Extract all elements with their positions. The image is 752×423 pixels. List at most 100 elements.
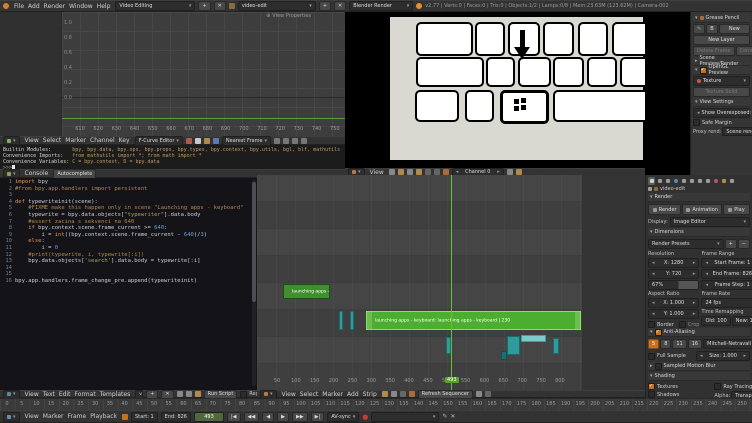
- vse-strip[interactable]: [507, 336, 520, 355]
- strip-handle[interactable]: [575, 312, 580, 329]
- add-scene-button[interactable]: +: [319, 1, 331, 11]
- jump-to-start-button[interactable]: |◀: [227, 412, 241, 422]
- menu-marker[interactable]: Marker: [320, 391, 345, 398]
- animation-button[interactable]: Animation: [682, 204, 722, 215]
- code-line[interactable]: 15: [0, 271, 257, 278]
- menu-select[interactable]: Select: [41, 137, 64, 144]
- opengl-preview-checkbox[interactable]: [700, 67, 707, 74]
- menu-strip[interactable]: Strip: [361, 391, 379, 398]
- current-frame-field[interactable]: 493: [194, 412, 224, 422]
- tab-scene-icon[interactable]: [664, 177, 671, 185]
- frame-step-field[interactable]: ◂Frame Step: 1▸: [701, 280, 752, 290]
- code-line[interactable]: 14: [0, 265, 257, 272]
- blender-logo-icon[interactable]: [3, 3, 9, 9]
- graph-fcurve[interactable]: [62, 118, 345, 119]
- vse-strip[interactable]: [339, 311, 343, 330]
- console-menu[interactable]: Console: [23, 170, 51, 177]
- use-preview-range-icon[interactable]: [122, 414, 128, 420]
- menu-format[interactable]: Format: [73, 391, 98, 398]
- menu-view[interactable]: View: [280, 391, 298, 398]
- vse-strip[interactable]: launching apps - mouse: launching apps -…: [283, 284, 330, 299]
- resolution-x-field[interactable]: ◂X: 1280▸: [648, 258, 699, 268]
- menu-file[interactable]: File: [12, 3, 26, 10]
- paste-icon[interactable]: [301, 138, 307, 144]
- code-line[interactable]: 7 #assert zacina s sekvenci na 640: [0, 219, 257, 226]
- add-preset-button[interactable]: +: [725, 239, 737, 249]
- normalize-icon[interactable]: [283, 138, 289, 144]
- scene-dropdown[interactable]: video-edit▾: [238, 1, 316, 11]
- aa-samples-5-button[interactable]: 5: [648, 339, 659, 349]
- view-type-both-icon[interactable]: [400, 391, 406, 397]
- opengl-preview-panel-header[interactable]: ▾OpenGL Preview: [693, 66, 750, 75]
- code-line[interactable]: 8 if bpy.context.scene.frame_current >= …: [0, 225, 257, 232]
- line-numbers-toggle-icon[interactable]: [177, 391, 183, 397]
- menu-render[interactable]: Render: [42, 3, 67, 10]
- tab-material-icon[interactable]: [712, 177, 719, 185]
- tab-render-layers-icon[interactable]: [656, 177, 663, 185]
- insert-keyframe-icon[interactable]: ✎: [442, 413, 447, 420]
- vse-strip[interactable]: launching apps - keyboard: launching app…: [366, 311, 581, 330]
- word-wrap-toggle-icon[interactable]: [186, 391, 192, 397]
- menu-marker[interactable]: Marker: [41, 413, 66, 420]
- display-dropdown[interactable]: Image Editor▾: [670, 217, 750, 227]
- vse-timeline[interactable]: launching apps - mouse: launching apps -…: [257, 175, 645, 390]
- code-line[interactable]: 4def typewriteinit(scene):: [0, 199, 257, 206]
- menu-text[interactable]: Text: [41, 391, 57, 398]
- render-button[interactable]: Render: [648, 204, 681, 215]
- text-scrollbar[interactable]: [252, 180, 256, 386]
- sequencer-preview[interactable]: [345, 12, 690, 175]
- record-icon[interactable]: ●: [362, 413, 368, 421]
- code-line[interactable]: 12 #print(typewrite, i, typewrite[:i]): [0, 252, 257, 259]
- strip-handle[interactable]: [367, 312, 372, 329]
- dimensions-panel-header[interactable]: ▾Dimensions: [648, 228, 750, 237]
- timeline-end-field[interactable]: End: 826: [161, 412, 191, 422]
- tab-object-data-icon[interactable]: [704, 177, 711, 185]
- menu-channel[interactable]: Channel: [88, 137, 117, 144]
- menu-edit[interactable]: Edit: [57, 391, 73, 398]
- ray-tracing-checkbox[interactable]: Ray Tracing: [714, 383, 752, 390]
- remove-preset-button[interactable]: −: [738, 239, 750, 249]
- grease-pencil-panel-header[interactable]: ▾Grease Pencil: [693, 14, 750, 23]
- filter-only-selected-icon[interactable]: [186, 138, 192, 144]
- menu-marker[interactable]: Marker: [63, 137, 88, 144]
- code-line[interactable]: 6 typewrite = bpy.data.objects["typewrit…: [0, 212, 257, 219]
- proxy-render-dropdown[interactable]: Scene render size▾: [722, 127, 752, 136]
- texture-solid-button[interactable]: Texture Solid: [693, 87, 750, 97]
- vse-strip[interactable]: [521, 335, 546, 342]
- pin-icon[interactable]: [648, 187, 652, 191]
- view-type-sequencer-icon[interactable]: [382, 391, 388, 397]
- keying-set-dropdown[interactable]: ▾: [371, 412, 439, 422]
- shadows-checkbox[interactable]: Shadows: [648, 391, 712, 398]
- safe-margin-checkbox[interactable]: Safe Margin: [693, 119, 750, 126]
- delete-keyframe-icon[interactable]: ✕: [450, 413, 455, 420]
- menu-add[interactable]: Add: [345, 391, 361, 398]
- code-line[interactable]: 13 bpy.data.objects['search'].data.body …: [0, 258, 257, 265]
- show-overexposed-slider[interactable]: ◂Show Overexposed: 0▸: [693, 108, 750, 118]
- code-line[interactable]: 2#from bpy.app.handlers import persisten…: [0, 186, 257, 193]
- gp-draw-icon[interactable]: ✎: [693, 24, 705, 34]
- aspect-x-field[interactable]: ◂X: 1.000▸: [648, 298, 699, 308]
- shading-texture-dropdown[interactable]: Texture▾: [693, 76, 750, 86]
- code-line[interactable]: 1import bpy: [0, 179, 257, 186]
- remap-old-field[interactable]: Old: 100: [701, 316, 730, 326]
- code-line[interactable]: 16bpy.app.handlers.frame_change_pre.appe…: [0, 278, 257, 285]
- aa-samples-16-button[interactable]: 16: [688, 339, 702, 349]
- motion-blur-checkbox[interactable]: [655, 363, 662, 370]
- full-sample-checkbox[interactable]: Full Sample: [648, 353, 694, 360]
- alpha-dropdown[interactable]: Transparent▾: [731, 391, 752, 398]
- gp-new-button[interactable]: New: [719, 24, 750, 34]
- vse-strip[interactable]: [350, 311, 354, 330]
- auto-snap-dropdown[interactable]: Nearest Frame▾: [222, 136, 271, 146]
- menu-view[interactable]: View: [23, 413, 41, 420]
- play-button[interactable]: Play: [723, 204, 750, 215]
- view-type-preview-icon[interactable]: [391, 391, 397, 397]
- render-panel-header[interactable]: ▾Render: [648, 193, 750, 202]
- aa-filter-dropdown[interactable]: Mitchell-Netravali▾: [703, 339, 752, 349]
- menu-frame[interactable]: Frame: [66, 413, 89, 420]
- vse-frame-badge[interactable]: 493: [445, 377, 459, 383]
- resolution-percentage-slider[interactable]: 67%: [648, 280, 699, 290]
- code-line[interactable]: 10 else:: [0, 238, 257, 245]
- copy-icon[interactable]: [292, 138, 298, 144]
- resolution-y-field[interactable]: ◂Y: 720▸: [648, 269, 699, 279]
- textures-checkbox[interactable]: Textures: [648, 383, 712, 390]
